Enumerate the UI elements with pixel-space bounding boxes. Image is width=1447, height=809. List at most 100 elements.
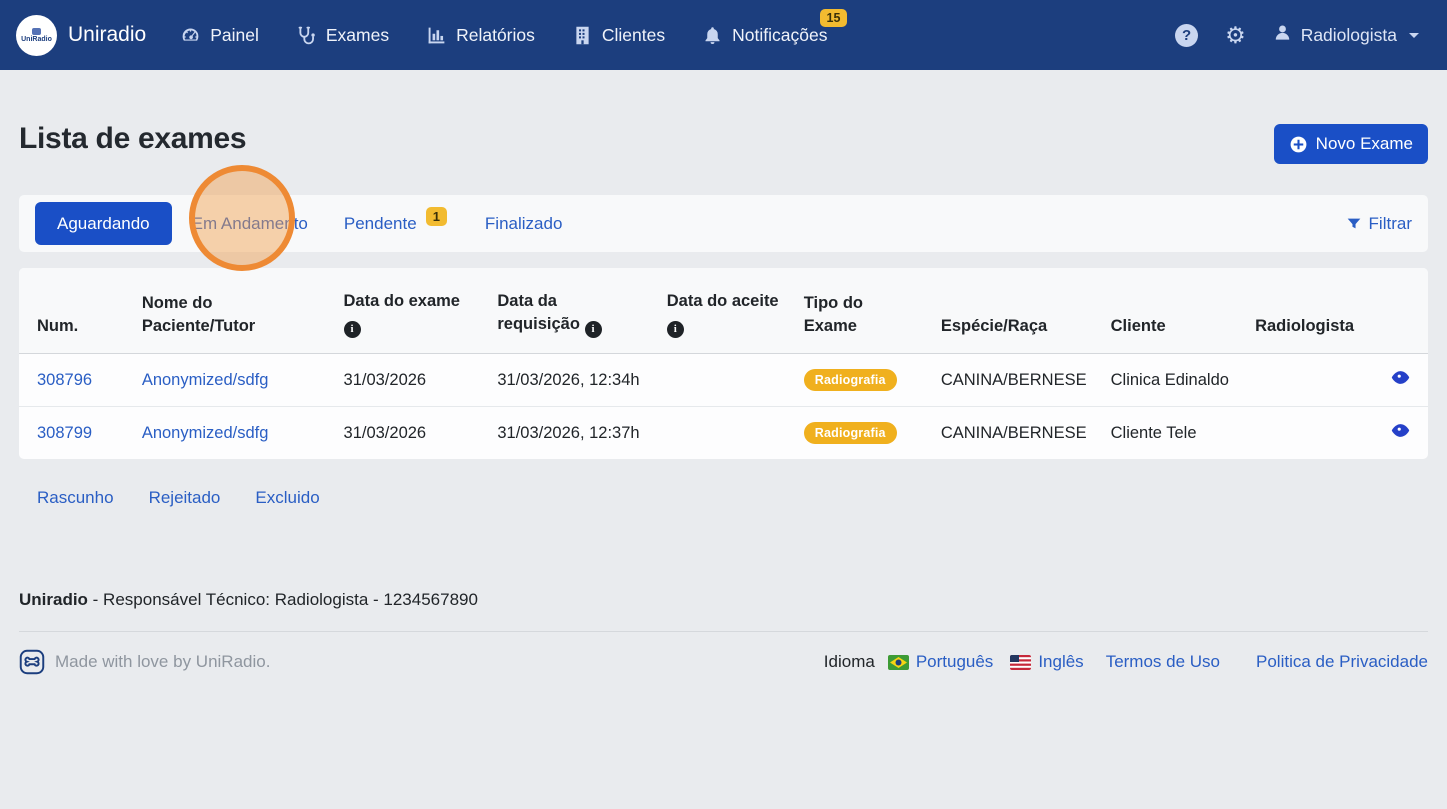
- page-head: Lista de exames Novo Exame: [19, 122, 1428, 164]
- user-menu[interactable]: Radiologista: [1273, 23, 1419, 47]
- bottom-footer: Made with love by UniRadio. Idioma Portu…: [19, 649, 1428, 675]
- language-english[interactable]: Inglês: [1010, 652, 1083, 672]
- species-cell: CANINA/BERNESE: [923, 407, 1093, 460]
- question-circle-icon[interactable]: [1175, 24, 1198, 47]
- stethoscope-icon: [296, 25, 317, 46]
- col-actions: [1360, 268, 1428, 354]
- language-portuguese[interactable]: Português: [888, 652, 994, 672]
- col-species: Espécie/Raça: [923, 268, 1093, 354]
- nav-item-relatorios[interactable]: Relatórios: [426, 25, 535, 46]
- link-rejeitado[interactable]: Rejeitado: [149, 488, 221, 508]
- species-cell: CANINA/BERNESE: [923, 354, 1093, 407]
- exam-number-link[interactable]: 308799: [37, 424, 92, 442]
- funnel-icon: [1346, 216, 1362, 232]
- accept-date-cell: [649, 407, 786, 460]
- nav-label-painel: Painel: [210, 25, 259, 46]
- logo-mark: [32, 28, 41, 35]
- view-exam-button[interactable]: [1391, 423, 1410, 438]
- chevron-down-icon: [1409, 33, 1419, 38]
- nav-label-clientes: Clientes: [602, 25, 665, 46]
- us-flag-icon: [1010, 655, 1031, 670]
- col-radiologist: Radiologista: [1237, 268, 1360, 354]
- view-exam-button[interactable]: [1391, 370, 1410, 385]
- exam-table: Num. Nome do Paciente/Tutor Data do exam…: [19, 268, 1428, 459]
- nav-label-notificacoes: Notificações: [732, 25, 827, 46]
- client-cell: Cliente Tele: [1093, 407, 1237, 460]
- info-icon[interactable]: [585, 321, 602, 338]
- request-date-cell: 31/03/2026, 12:37h: [479, 407, 648, 460]
- patient-link[interactable]: Anonymized/sdfg: [142, 424, 269, 442]
- pendente-count-badge: 1: [426, 207, 447, 226]
- new-exam-label: Novo Exame: [1316, 134, 1413, 154]
- table-row: 308796 Anonymized/sdfg 31/03/2026 31/03/…: [19, 354, 1428, 407]
- link-excluido[interactable]: Excluido: [255, 488, 319, 508]
- eye-icon: [1391, 370, 1410, 385]
- nav-label-exames: Exames: [326, 25, 389, 46]
- col-exam-date: Data do exame: [326, 268, 480, 354]
- eye-icon: [1391, 423, 1410, 438]
- nav-label-relatorios: Relatórios: [456, 25, 535, 46]
- radiologist-cell: [1237, 354, 1360, 407]
- tabs-bar: Aguardando Em Andamento Pendente 1 Final…: [19, 195, 1428, 252]
- person-icon: [1273, 23, 1292, 47]
- footer-divider: [19, 631, 1428, 632]
- uniradio-logo-icon: UniRadio: [16, 15, 57, 56]
- nav-item-painel[interactable]: Painel: [180, 25, 259, 46]
- col-exam-type: Tipo do Exame: [786, 268, 923, 354]
- responsible-info: Uniradio - Responsável Técnico: Radiolog…: [19, 590, 1428, 610]
- exam-type-badge: Radiografia: [804, 422, 897, 444]
- tab-em-andamento-label: Em Andamento: [192, 214, 308, 234]
- new-exam-button[interactable]: Novo Exame: [1274, 124, 1428, 164]
- exam-date-cell: 31/03/2026: [326, 354, 480, 407]
- col-accept-date-label: Data do aceite: [667, 292, 779, 310]
- tab-pendente[interactable]: Pendente 1: [344, 214, 447, 234]
- patient-link[interactable]: Anonymized/sdfg: [142, 371, 269, 389]
- brazil-flag-icon: [888, 655, 909, 670]
- made-with-love: Made with love by UniRadio.: [19, 649, 270, 675]
- nav-item-clientes[interactable]: Clientes: [572, 25, 665, 46]
- bone-logo-icon: [19, 649, 45, 675]
- col-num: Num.: [19, 268, 124, 354]
- language-label: Idioma: [824, 652, 875, 672]
- link-rascunho[interactable]: Rascunho: [37, 488, 114, 508]
- notifications-count-badge[interactable]: 15: [820, 9, 848, 27]
- nav-menu: Painel Exames Relatórios Clientes Notifi…: [180, 25, 827, 46]
- gauge-icon: [180, 25, 201, 46]
- exam-date-cell: 31/03/2026: [326, 407, 480, 460]
- made-with-love-text: Made with love by UniRadio.: [55, 652, 270, 672]
- status-links: Rascunho Rejeitado Excluido: [19, 488, 1428, 508]
- col-patient: Nome do Paciente/Tutor: [124, 268, 326, 354]
- filter-button[interactable]: Filtrar: [1346, 214, 1412, 234]
- tab-pendente-label: Pendente: [344, 214, 417, 234]
- plus-circle-icon: [1289, 135, 1308, 154]
- exam-number-link[interactable]: 308796: [37, 371, 92, 389]
- language-portuguese-link[interactable]: Português: [916, 652, 994, 672]
- bell-icon: [702, 25, 723, 46]
- info-icon[interactable]: [344, 321, 361, 338]
- tab-finalizado[interactable]: Finalizado: [485, 214, 563, 234]
- page-title: Lista de exames: [19, 122, 246, 156]
- logo-text: UniRadio: [21, 36, 52, 43]
- nav-item-exames[interactable]: Exames: [296, 25, 389, 46]
- radiologist-cell: [1237, 407, 1360, 460]
- exam-type-badge: Radiografia: [804, 369, 897, 391]
- hospital-icon: [572, 25, 593, 46]
- col-accept-date: Data do aceite: [649, 268, 786, 354]
- privacy-policy-link[interactable]: Politica de Privacidade: [1256, 652, 1428, 672]
- footer-company: Uniradio: [19, 590, 88, 609]
- gear-icon[interactable]: ⚙: [1225, 24, 1246, 47]
- brand-name: Uniradio: [68, 23, 146, 47]
- table-row: 308799 Anonymized/sdfg 31/03/2026 31/03/…: [19, 407, 1428, 460]
- brand[interactable]: UniRadio Uniradio: [16, 15, 146, 56]
- col-exam-date-label: Data do exame: [344, 292, 460, 310]
- language-english-link[interactable]: Inglês: [1038, 652, 1083, 672]
- tab-em-andamento[interactable]: Em Andamento: [192, 214, 308, 234]
- col-request-date-label: Data da requisição: [497, 292, 580, 333]
- nav-item-notificacoes[interactable]: Notificações 15: [702, 25, 827, 46]
- accept-date-cell: [649, 354, 786, 407]
- terms-of-use-link[interactable]: Termos de Uso: [1106, 652, 1220, 672]
- info-icon[interactable]: [667, 321, 684, 338]
- exam-table-card: Num. Nome do Paciente/Tutor Data do exam…: [19, 268, 1428, 459]
- tab-aguardando[interactable]: Aguardando: [35, 202, 172, 245]
- main-content: Lista de exames Novo Exame Aguardando Em…: [0, 122, 1447, 675]
